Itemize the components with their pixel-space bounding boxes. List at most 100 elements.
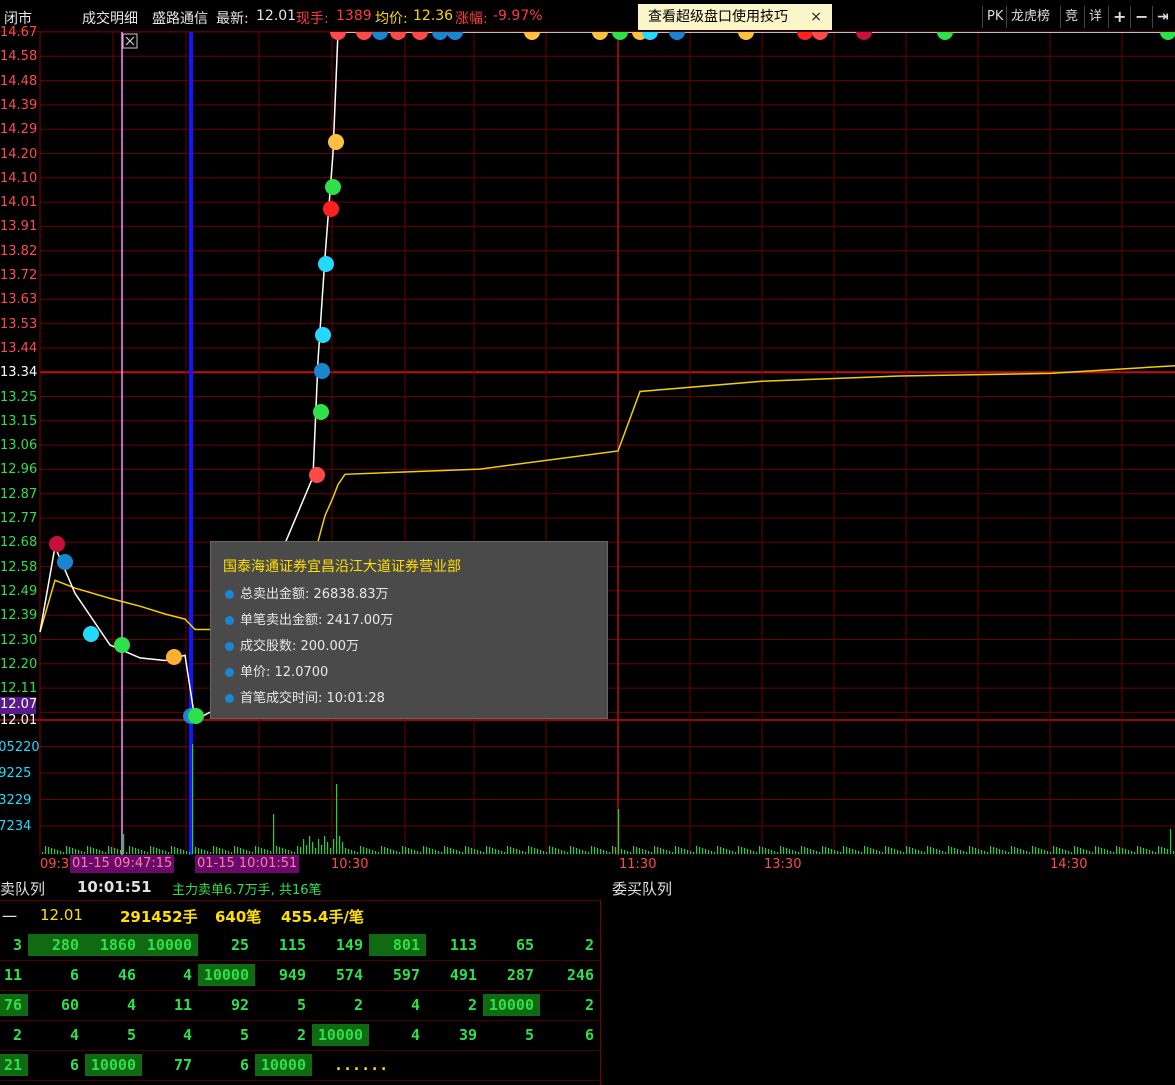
volume-bar (396, 851, 398, 854)
queue-cell: 246 (566, 966, 594, 984)
volume-bar (315, 848, 317, 854)
volume-bar (1173, 851, 1175, 854)
trade-marker-dot (315, 327, 331, 343)
volume-bar (987, 852, 989, 854)
volume-bar (870, 848, 872, 854)
broker-info-popup: 国泰海通证券宜昌沿江大道证券营业部 总卖出金额: 26838.83万 单笔卖出金… (210, 541, 608, 719)
level-label: 一 (2, 908, 18, 926)
volume-bar (888, 847, 890, 854)
auction-button[interactable]: 竞 (1060, 6, 1082, 28)
volume-bar (204, 850, 206, 854)
volume-bar (141, 850, 143, 854)
volume-bar (330, 848, 332, 854)
zoom-out-icon[interactable]: − (1130, 6, 1152, 28)
volume-bar (762, 847, 764, 854)
y-tick: 13.53 (0, 316, 38, 332)
volume-bar (171, 846, 173, 854)
volume-bar (861, 852, 863, 854)
volume-bar (552, 847, 554, 854)
volume-bar (351, 850, 353, 854)
trade-marker-dot (323, 201, 339, 217)
queue-row-divider (0, 990, 600, 991)
volume-bar (576, 848, 578, 854)
volume-bar (1137, 846, 1139, 854)
volume-bar (408, 848, 410, 854)
volume-bar (81, 851, 83, 854)
volume-bar (417, 851, 419, 854)
volume-bar (111, 847, 113, 854)
volume-bar (213, 846, 215, 854)
queue-cell: 149 (335, 936, 363, 954)
volume-bar (435, 850, 437, 854)
volume-bar (894, 849, 896, 854)
volume-bar (801, 846, 803, 854)
volume-bar (48, 847, 50, 854)
volume-bar (753, 851, 755, 854)
trade-marker-dot (612, 32, 628, 40)
queue-cell: 11 (3, 966, 22, 984)
volume-bar (822, 846, 824, 854)
volume-bar (900, 851, 902, 854)
y-tick: 12.96 (0, 462, 38, 478)
volume-bar (1041, 849, 1043, 854)
volume-bar (771, 850, 773, 854)
expand-icon[interactable]: ⇥ (1152, 6, 1173, 28)
queue-cell: 1860 (85, 934, 142, 956)
volume-bar (399, 852, 401, 854)
tips-banner[interactable]: 查看超级盘口使用技巧 × (638, 4, 832, 30)
volume-bar (168, 852, 170, 854)
volume-bar (438, 851, 440, 854)
queue-cell: 4 (410, 996, 420, 1014)
volume-bar (756, 852, 758, 854)
y-tick: 12.30 (0, 632, 38, 648)
volume-bar (363, 847, 365, 854)
volume-bar (216, 847, 218, 854)
volume-bar (495, 849, 497, 854)
volume-bar (456, 850, 458, 854)
queue-cell: 39 (458, 1026, 477, 1044)
volume-bar (912, 848, 914, 854)
trade-marker-dot (797, 32, 813, 40)
tips-banner-text[interactable]: 查看超级盘口使用技巧 (648, 9, 788, 25)
volume-bar (1119, 847, 1121, 854)
queue-cell: 5 (126, 1026, 136, 1044)
volume-bar (150, 846, 152, 854)
volume-bar (876, 850, 878, 854)
volume-bar (1068, 851, 1070, 854)
volume-bar (1035, 847, 1037, 854)
y-tick: 12.39 (0, 608, 38, 624)
volume-bar (831, 849, 833, 854)
detail-button[interactable]: 详 (1084, 6, 1106, 28)
volume-bar (327, 842, 329, 854)
queue-cell: 92 (230, 996, 249, 1014)
volume-bar (996, 848, 998, 854)
y-tick: 13.44 (0, 340, 38, 356)
pk-button[interactable]: PK (982, 6, 1007, 28)
dragon-tiger-button[interactable]: 龙虎榜 (1006, 6, 1054, 28)
y-tick: 13.34 (0, 365, 38, 381)
queue-cell: 25 (230, 936, 249, 954)
zoom-in-icon[interactable]: + (1108, 6, 1130, 28)
volume-bar (1014, 847, 1016, 854)
volume-bar (285, 849, 287, 854)
volume-bar (618, 809, 620, 854)
close-icon[interactable]: × (810, 4, 822, 30)
volume-bar (630, 852, 632, 854)
volume-bar (1152, 851, 1154, 854)
trade-marker-dot (669, 32, 685, 40)
queue-cell: 10000 (198, 964, 255, 986)
popup-row-shares: 成交股数: 200.00万 (225, 635, 359, 654)
total-hands: 291452手 (120, 908, 198, 926)
queue-cell: 287 (506, 966, 534, 984)
volume-bar (594, 847, 596, 854)
volume-bar (1167, 849, 1169, 854)
volume-bar (174, 847, 176, 854)
change-label: 涨幅: (455, 11, 488, 27)
volume-bar (609, 852, 611, 854)
intraday-chart[interactable] (0, 32, 1175, 875)
volume-bar (786, 848, 788, 854)
current-hand-label: 现手: (296, 11, 329, 27)
volume-bar (1065, 850, 1067, 854)
trade-detail-link[interactable]: 成交明细 (82, 8, 138, 28)
volume-bar (114, 848, 116, 854)
